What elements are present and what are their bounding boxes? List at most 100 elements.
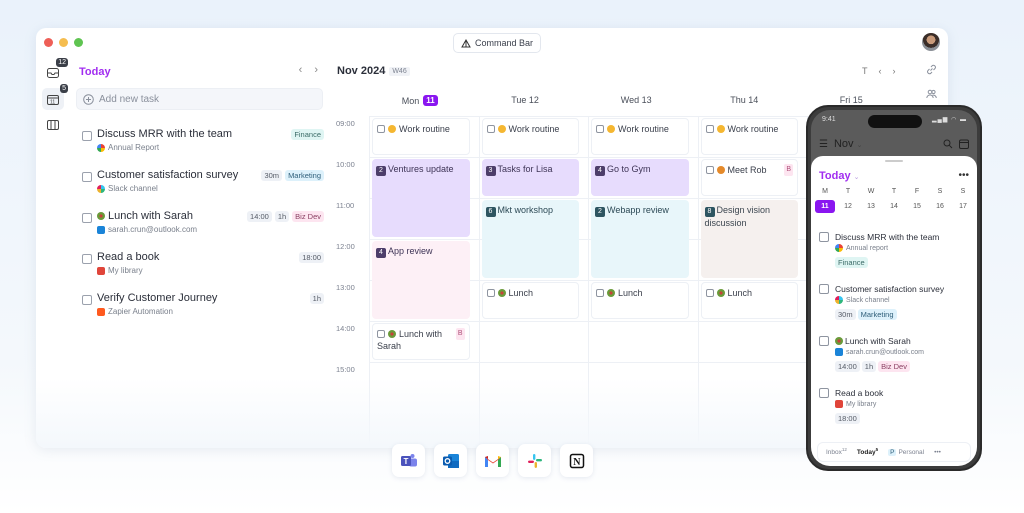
day-header[interactable]: Wed 13: [621, 95, 652, 105]
phone-more-button[interactable]: •••: [958, 170, 969, 181]
tab-today[interactable]: Today5: [857, 447, 878, 456]
calendar-event[interactable]: Work routine: [591, 118, 689, 155]
rail-item-today[interactable]: 11 5: [42, 84, 68, 110]
phone-day[interactable]: F 15: [907, 188, 927, 213]
phone-task-item[interactable]: Lunch with Sarah sarah.crun@outlook.com 14…: [819, 336, 971, 388]
calendar-event[interactable]: Work routine: [372, 118, 470, 155]
search-icon[interactable]: [943, 139, 953, 149]
phone-task-checkbox[interactable]: [819, 284, 829, 294]
event-count-badge: 4: [376, 248, 386, 258]
phone-task-item[interactable]: Discuss MRR with the team Annual report Fi…: [819, 232, 971, 284]
day-header[interactable]: Thu 14: [730, 95, 758, 105]
sheet-grab-handle[interactable]: [885, 160, 903, 162]
google-icon: [97, 143, 105, 152]
next-day-button[interactable]: ›: [314, 64, 318, 76]
phone-day[interactable]: M 11: [815, 188, 835, 213]
rail-item-board[interactable]: [42, 114, 64, 136]
link-icon[interactable]: [926, 64, 937, 75]
event-checkbox[interactable]: [377, 330, 385, 338]
task-checkbox[interactable]: [82, 295, 92, 305]
calendar-event[interactable]: Work routine: [700, 118, 798, 155]
personal-badge: P: [888, 448, 897, 456]
calendar-event[interactable]: Work routine: [481, 118, 579, 155]
event-checkbox[interactable]: [377, 125, 385, 133]
people-icon[interactable]: [926, 89, 937, 99]
phone-task-item[interactable]: Customer satisfaction survey Slack channe…: [819, 284, 971, 336]
event-title: Ventures update: [388, 164, 454, 174]
prev-week-button[interactable]: ‹: [879, 66, 882, 76]
rail-item-inbox[interactable]: 12: [42, 58, 68, 84]
calendar-event[interactable]: Lunch with Sarah B: [372, 323, 470, 360]
hour-label: 15:00: [336, 365, 355, 374]
calendar-event[interactable]: 3 Tasks for Lisa: [481, 159, 579, 196]
calendar-event[interactable]: 2 Webapp review: [591, 200, 689, 278]
phone-task-checkbox[interactable]: [819, 336, 829, 346]
calendar-event[interactable]: 4 Go to Gym: [591, 159, 689, 196]
phone-day[interactable]: S 16: [930, 188, 950, 213]
integration-teams[interactable]: T: [392, 444, 425, 477]
today-heading: Today: [79, 66, 111, 78]
tab-personal[interactable]: P Personal: [888, 448, 924, 456]
calendar-event[interactable]: Lunch: [481, 282, 579, 319]
task-item[interactable]: Verify Customer Journey Zapier Automation…: [82, 292, 324, 333]
event-checkbox[interactable]: [705, 166, 714, 174]
event-checkbox[interactable]: [705, 289, 714, 297]
event-checkbox[interactable]: [705, 125, 714, 133]
calendar-event[interactable]: 6 Mkt workshop: [481, 200, 579, 278]
phone-task-checkbox[interactable]: [819, 388, 829, 398]
user-avatar[interactable]: [922, 33, 940, 51]
hamburger-menu-icon[interactable]: ☰: [819, 139, 828, 150]
calendar-event[interactable]: Lunch: [700, 282, 798, 319]
minimize-window-button[interactable]: [59, 38, 68, 47]
add-task-input[interactable]: Add new task: [76, 88, 323, 110]
tab-more[interactable]: •••: [934, 449, 941, 456]
command-bar-button[interactable]: Command Bar: [453, 33, 542, 53]
library-icon: [97, 266, 105, 275]
gmail-icon: [484, 455, 501, 467]
task-checkbox[interactable]: [82, 172, 92, 182]
phone-day[interactable]: T 14: [884, 188, 904, 213]
go-today-button[interactable]: T: [862, 66, 868, 76]
event-checkbox[interactable]: [486, 125, 495, 133]
maximize-window-button[interactable]: [74, 38, 83, 47]
integration-outlook[interactable]: [434, 444, 467, 477]
task-item[interactable]: Read a book My library 18:00: [82, 251, 324, 292]
calendar-view-icon[interactable]: [959, 139, 969, 149]
task-checkbox[interactable]: [82, 254, 92, 264]
calendar-event[interactable]: 2 Ventures update: [372, 159, 470, 237]
calendar-event[interactable]: Lunch: [591, 282, 689, 319]
tab-inbox[interactable]: Inbox12: [826, 447, 847, 456]
integration-notion[interactable]: N: [560, 444, 593, 477]
phone-month-selector[interactable]: Nov ⌄: [834, 138, 863, 150]
calendar-event[interactable]: 4 App review: [372, 241, 470, 319]
event-checkbox[interactable]: [596, 289, 604, 297]
calendar-event[interactable]: 8 Design vision discussion: [700, 200, 798, 278]
calendar-event[interactable]: Meet Rob B: [700, 159, 798, 196]
task-checkbox[interactable]: [82, 131, 92, 141]
integrations-row: T N: [392, 444, 593, 477]
prev-day-button[interactable]: ‹: [299, 64, 303, 76]
phone-task-checkbox[interactable]: [819, 232, 829, 242]
day-gridline: [588, 116, 589, 448]
event-checkbox[interactable]: [596, 125, 604, 133]
close-window-button[interactable]: [44, 38, 53, 47]
task-item[interactable]: Customer satisfaction survey Slack channe…: [82, 169, 324, 210]
salad-emoji: [716, 289, 725, 297]
day-header[interactable]: Mon 11: [402, 95, 438, 106]
day-header[interactable]: Tue 12: [511, 95, 539, 105]
integration-gmail[interactable]: [476, 444, 509, 477]
integration-slack[interactable]: [518, 444, 551, 477]
phone-today-heading[interactable]: Today ⌄: [819, 170, 860, 182]
right-toolbar: [926, 64, 937, 99]
day-header[interactable]: Fri 15: [840, 95, 863, 105]
task-item[interactable]: Discuss MRR with the team Annual Report Fi…: [82, 128, 324, 169]
phone-day[interactable]: W 13: [861, 188, 881, 213]
phone-day[interactable]: S 17: [953, 188, 973, 213]
phone-day[interactable]: T 12: [838, 188, 858, 213]
task-item[interactable]: Lunch with Sarah sarah.crun@outlook.com 14…: [82, 210, 324, 251]
next-week-button[interactable]: ›: [893, 66, 896, 76]
phone-task-tags: 14:00 1h Biz Dev: [835, 361, 910, 372]
phone-task-item[interactable]: Read a book My library 18:00: [819, 388, 971, 440]
event-checkbox[interactable]: [486, 289, 495, 297]
task-checkbox[interactable]: [82, 213, 92, 223]
